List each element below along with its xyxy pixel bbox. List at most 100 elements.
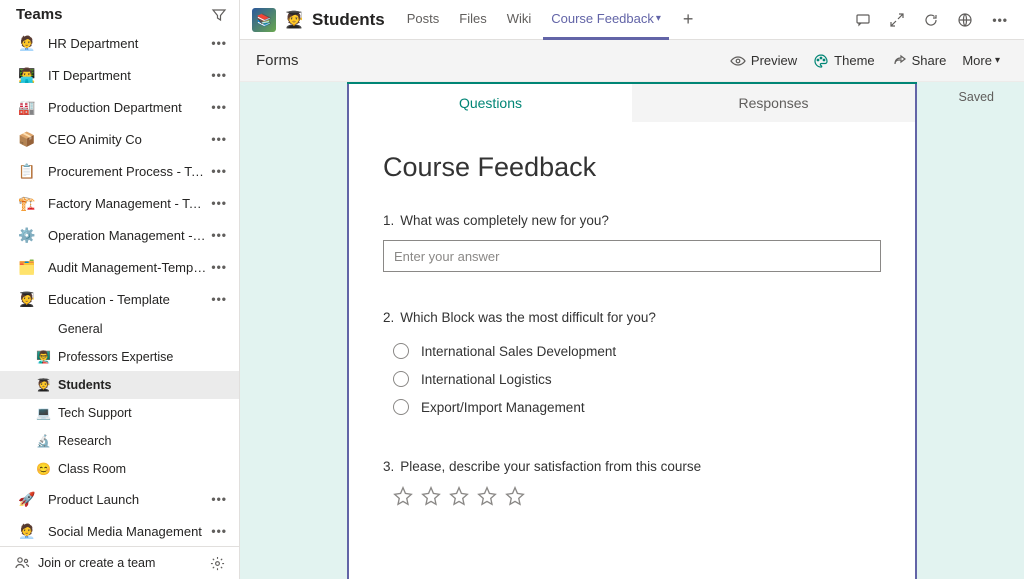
globe-icon[interactable] (957, 12, 973, 28)
eye-icon (730, 53, 746, 69)
tab-header: 📚 🧑‍🎓 Students Posts Files Wiki Course F… (240, 0, 1024, 40)
tab-posts[interactable]: Posts (399, 0, 448, 40)
forms-toolbar: Forms Preview Theme Share More ▾ (240, 40, 1024, 82)
gear-icon[interactable] (210, 556, 225, 571)
channel-icon: 🔬 (36, 433, 52, 449)
q-text: Which Block was the most difficult for y… (400, 310, 656, 325)
team-item[interactable]: 🏗️ Factory Management - Template••• (0, 187, 239, 219)
tab-files[interactable]: Files (451, 0, 494, 40)
star-icon[interactable] (449, 486, 469, 506)
more-button[interactable]: More ▾ (962, 53, 1000, 68)
team-item[interactable]: 🗂️Audit Management-Template••• (0, 251, 239, 283)
form-title[interactable]: Course Feedback (383, 152, 881, 183)
channel-label: General (58, 322, 102, 336)
channel-icon: 😊 (36, 461, 52, 477)
team-avatar-icon: 👨‍💻 (16, 64, 38, 86)
teams-sidebar: Teams 🧑‍💼HR Department••• 👨‍💻IT Departme… (0, 0, 240, 579)
more-icon[interactable]: ••• (207, 36, 231, 50)
team-avatar-icon: ⚙️ (16, 224, 38, 246)
star-icon[interactable] (505, 486, 525, 506)
q-text: What was completely new for you? (400, 213, 609, 228)
answer-input[interactable] (383, 240, 881, 272)
team-item[interactable]: 🚀Product Launch••• (0, 483, 239, 515)
option-label: Export/Import Management (421, 400, 585, 415)
star-icon[interactable] (421, 486, 441, 506)
chevron-down-icon: ▾ (995, 55, 1000, 66)
form-tab-responses[interactable]: Responses (632, 84, 917, 122)
expand-icon[interactable] (889, 12, 905, 28)
sidebar-title: Teams (16, 6, 62, 23)
radio-option[interactable]: Export/Import Management (383, 393, 881, 421)
form-tab-questions[interactable]: Questions (347, 84, 632, 122)
channel-label: Research (58, 434, 112, 448)
sidebar-footer: Join or create a team (0, 546, 239, 579)
star-icon[interactable] (477, 486, 497, 506)
forms-title: Forms (256, 52, 299, 69)
star-icon[interactable] (393, 486, 413, 506)
radio-icon[interactable] (393, 399, 409, 415)
forms-app-icon: 📚 (252, 8, 276, 32)
team-avatar-icon: 🏗️ (16, 192, 38, 214)
channel-item-students[interactable]: 🧑‍🎓Students (0, 371, 239, 399)
theme-label: Theme (834, 53, 874, 68)
more-icon[interactable]: ••• (207, 100, 231, 114)
refresh-icon[interactable] (923, 12, 939, 28)
channel-item[interactable]: 💻Tech Support (0, 399, 239, 427)
preview-button[interactable]: Preview (730, 53, 797, 69)
team-label: Factory Management - Template (48, 196, 207, 211)
share-button[interactable]: Share (891, 53, 947, 69)
team-label: Production Department (48, 100, 207, 115)
tab-more-icon[interactable]: ••• (988, 13, 1012, 27)
join-create-team[interactable]: Join or create a team (14, 555, 155, 571)
more-icon[interactable]: ••• (207, 260, 231, 274)
more-icon[interactable]: ••• (207, 492, 231, 506)
team-label: Operation Management - Template (48, 228, 207, 243)
more-icon[interactable]: ••• (207, 164, 231, 178)
team-item[interactable]: 👨‍💻IT Department••• (0, 59, 239, 91)
add-tab-button[interactable]: + (673, 9, 704, 30)
chevron-down-icon: ▾ (656, 13, 661, 24)
team-avatar-icon: 🧑‍🎓 (16, 288, 38, 310)
team-item[interactable]: 📋Procurement Process - Template••• (0, 155, 239, 187)
people-icon (14, 555, 30, 571)
more-icon[interactable]: ••• (207, 524, 231, 538)
channel-icon: 👨‍🏫 (36, 349, 52, 365)
team-item[interactable]: 🧑‍💼Social Media Management••• (0, 515, 239, 546)
form-card: Course Feedback 1. What was completely ne… (347, 122, 917, 579)
theme-button[interactable]: Theme (813, 53, 874, 69)
channel-item[interactable]: 😊Class Room (0, 455, 239, 483)
question-2: 2.Which Block was the most difficult for… (383, 310, 881, 421)
team-avatar-icon: 📦 (16, 128, 38, 150)
team-item[interactable]: 🏭Production Department••• (0, 91, 239, 123)
more-icon[interactable]: ••• (207, 132, 231, 146)
more-icon[interactable]: ••• (207, 228, 231, 242)
tab-wiki[interactable]: Wiki (499, 0, 540, 40)
team-item[interactable]: 🧑‍💼HR Department••• (0, 27, 239, 59)
tab-course-feedback[interactable]: Course Feedback▾ (543, 0, 669, 40)
channel-label: Students (58, 378, 111, 392)
q-number: 1. (383, 213, 394, 228)
team-avatar-icon: 🚀 (16, 488, 38, 510)
filter-icon[interactable] (211, 7, 227, 23)
team-item-education[interactable]: 🧑‍🎓Education - Template••• (0, 283, 239, 315)
question-3: 3.Please, describe your satisfaction fro… (383, 459, 881, 506)
more-icon[interactable]: ••• (207, 292, 231, 306)
channel-item[interactable]: 🔬 Research (0, 427, 239, 455)
channel-item[interactable]: General (0, 315, 239, 343)
radio-option[interactable]: International Sales Development (383, 337, 881, 365)
radio-option[interactable]: International Logistics (383, 365, 881, 393)
more-icon[interactable]: ••• (207, 196, 231, 210)
conversation-icon[interactable] (855, 12, 871, 28)
team-item[interactable]: 📦CEO Animity Co••• (0, 123, 239, 155)
radio-icon[interactable] (393, 343, 409, 359)
team-item[interactable]: ⚙️ Operation Management - Template••• (0, 219, 239, 251)
radio-icon[interactable] (393, 371, 409, 387)
team-label: Audit Management-Template (48, 260, 207, 275)
more-icon[interactable]: ••• (207, 68, 231, 82)
channel-icon (36, 321, 52, 337)
q-number: 3. (383, 459, 394, 474)
team-list: 🧑‍💼HR Department••• 👨‍💻IT Department••• … (0, 27, 239, 546)
star-rating[interactable] (383, 486, 881, 506)
team-avatar-icon: 🧑‍💼 (16, 520, 38, 542)
channel-item[interactable]: 👨‍🏫Professors Expertise (0, 343, 239, 371)
